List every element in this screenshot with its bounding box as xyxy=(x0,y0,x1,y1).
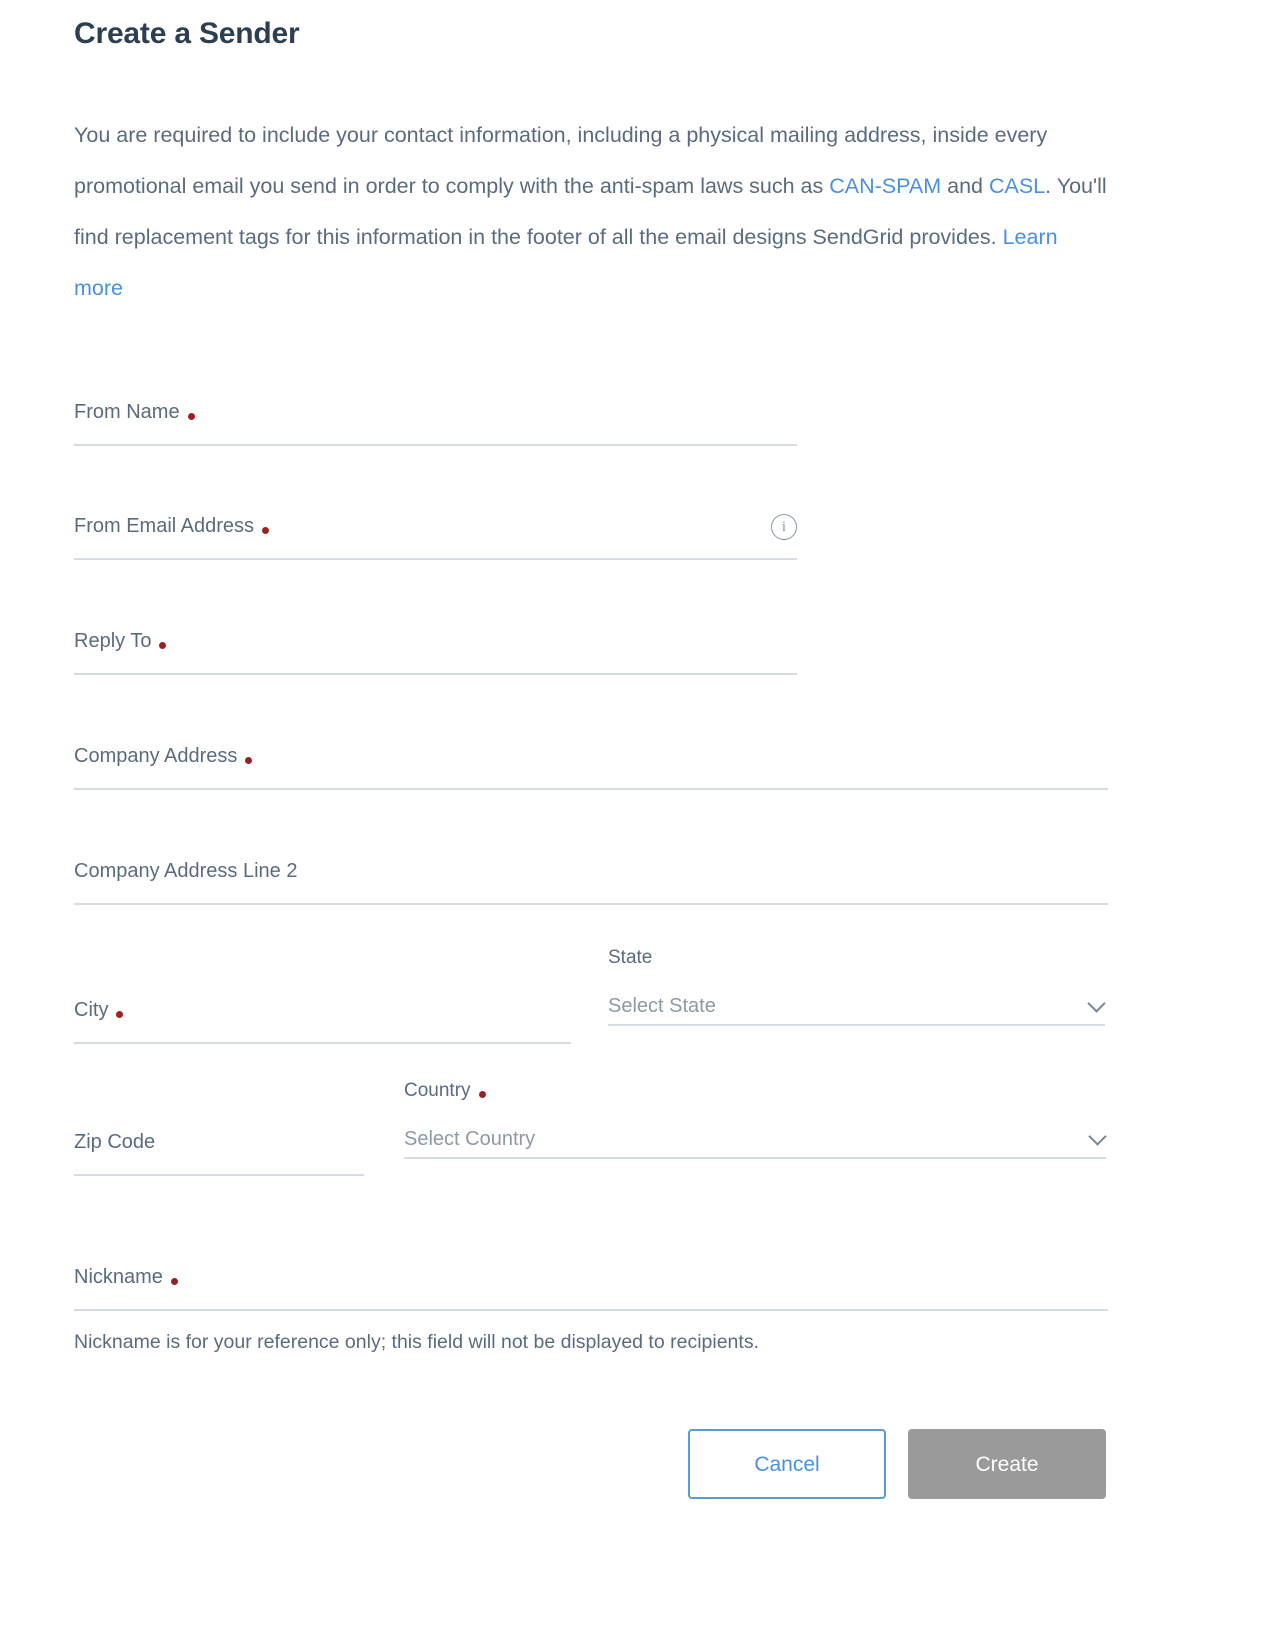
field-from-name[interactable]: From Name xyxy=(74,388,797,446)
from-name-input[interactable] xyxy=(74,422,797,444)
field-reply-to[interactable]: Reply To xyxy=(74,617,797,675)
nickname-helper-text: Nickname is for your reference only; thi… xyxy=(74,1331,759,1353)
casl-link[interactable]: CASL xyxy=(989,174,1045,198)
required-indicator xyxy=(187,413,195,420)
nickname-underline xyxy=(74,1309,1108,1311)
chevron-down-icon[interactable] xyxy=(1089,996,1105,1012)
required-indicator xyxy=(159,642,167,649)
company-address-2-input[interactable] xyxy=(74,881,1108,903)
state-placeholder: Select State xyxy=(608,995,716,1017)
field-city[interactable]: City xyxy=(74,986,571,1044)
city-input[interactable] xyxy=(74,1020,571,1042)
can-spam-link[interactable]: CAN-SPAM xyxy=(829,174,941,198)
sender-form: From Name From Email Address i Reply To xyxy=(74,388,1198,1568)
field-company-address-2[interactable]: Company Address Line 2 xyxy=(74,847,1108,905)
from-name-underline xyxy=(74,444,797,446)
intro-text-part-2: and xyxy=(941,174,989,198)
company-address-label: Company Address xyxy=(74,745,238,767)
field-zip[interactable]: Zip Code xyxy=(74,1118,364,1176)
country-placeholder: Select Country xyxy=(404,1128,536,1150)
from-name-label: From Name xyxy=(74,401,180,423)
state-underline xyxy=(608,1024,1105,1026)
required-indicator xyxy=(245,757,253,764)
required-indicator xyxy=(262,527,270,534)
city-underline xyxy=(74,1042,571,1044)
company-address-2-label: Company Address Line 2 xyxy=(74,860,298,882)
country-underline xyxy=(404,1157,1106,1159)
nickname-input[interactable] xyxy=(74,1287,1108,1309)
from-email-label: From Email Address xyxy=(74,515,255,537)
required-indicator xyxy=(170,1278,178,1285)
company-address-2-underline xyxy=(74,903,1108,905)
state-label: State xyxy=(608,947,653,968)
intro-paragraph: You are required to include your contact… xyxy=(74,52,1109,314)
from-email-underline xyxy=(74,558,797,560)
required-indicator xyxy=(116,1011,124,1018)
create-button[interactable]: Create xyxy=(908,1429,1106,1499)
zip-input[interactable] xyxy=(74,1152,364,1174)
reply-to-label: Reply To xyxy=(74,630,152,652)
info-icon[interactable]: i xyxy=(771,514,797,540)
city-label: City xyxy=(74,999,109,1021)
required-indicator xyxy=(478,1091,486,1098)
country-label: Country xyxy=(404,1080,471,1101)
zip-underline xyxy=(74,1174,364,1176)
field-company-address[interactable]: Company Address xyxy=(74,732,1108,790)
from-email-input[interactable] xyxy=(74,536,764,558)
field-country[interactable]: Country Select Country xyxy=(404,1081,1106,1159)
form-actions: Cancel Create xyxy=(688,1429,1106,1499)
nickname-label: Nickname xyxy=(74,1266,163,1288)
zip-label: Zip Code xyxy=(74,1131,156,1153)
create-sender-page: Create a Sender You are required to incl… xyxy=(0,0,1272,1568)
company-address-input[interactable] xyxy=(74,766,1108,788)
chevron-down-icon[interactable] xyxy=(1090,1129,1106,1145)
company-address-underline xyxy=(74,788,1108,790)
reply-to-input[interactable] xyxy=(74,651,797,673)
page-title: Create a Sender xyxy=(74,17,300,50)
cancel-button[interactable]: Cancel xyxy=(688,1429,886,1499)
field-nickname[interactable]: Nickname Nickname is for your reference … xyxy=(74,1253,1108,1353)
reply-to-underline xyxy=(74,673,797,675)
field-state[interactable]: State Select State xyxy=(608,948,1105,1026)
field-from-email[interactable]: From Email Address i xyxy=(74,502,797,560)
